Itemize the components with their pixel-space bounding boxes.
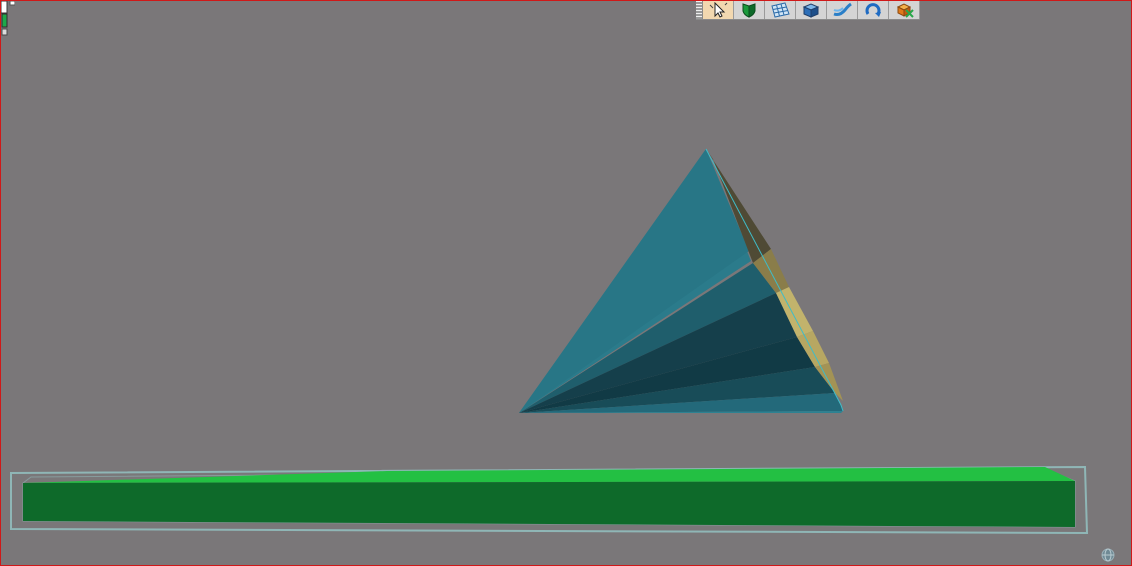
view-mini-toolbar[interactable]	[1, 1, 16, 37]
select-pointer-icon	[709, 2, 728, 18]
surface-button[interactable]	[734, 1, 765, 19]
orientation-globe-icon[interactable]	[1101, 548, 1115, 562]
mesh-button[interactable]	[765, 1, 796, 19]
mini-gray-icon[interactable]	[1, 28, 8, 36]
select-pointer-button[interactable]	[703, 1, 734, 19]
delete-body-icon	[896, 3, 914, 18]
3d-viewport[interactable]	[0, 0, 1132, 566]
view-toolbar	[696, 1, 920, 20]
solid-button[interactable]	[796, 1, 827, 19]
plate-front-face[interactable]	[23, 481, 1075, 527]
mesh-grid-icon	[771, 2, 790, 18]
scene-canvas[interactable]	[1, 1, 1131, 565]
sweep-curve-icon	[833, 2, 852, 16]
sweep-button[interactable]	[827, 1, 858, 19]
mini-panel-icon[interactable]	[1, 1, 8, 14]
delete-body-button[interactable]	[889, 1, 920, 19]
mini-green-icon[interactable]	[1, 13, 8, 28]
toolbar-grip[interactable]	[696, 1, 703, 19]
solid-box-icon	[802, 3, 820, 18]
rotate-button[interactable]	[858, 1, 889, 19]
mini-flag-icon[interactable]	[9, 1, 16, 6]
rotate-arrow-icon	[865, 3, 881, 17]
shield-surface-icon	[742, 3, 756, 18]
